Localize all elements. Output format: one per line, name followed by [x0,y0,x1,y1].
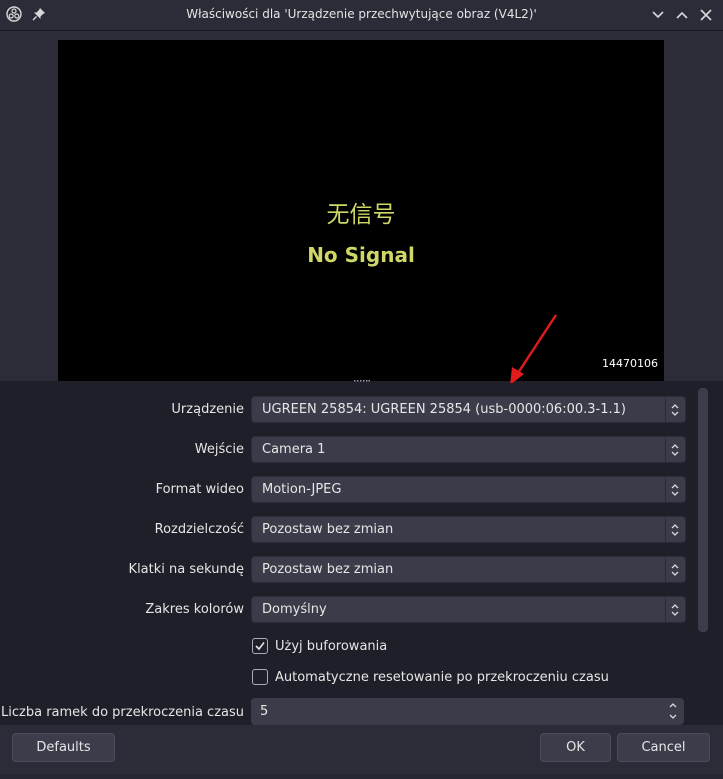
scrollbar[interactable] [698,388,708,632]
bottom-strip [0,774,723,779]
input-combobox[interactable]: Camera 1 [251,436,686,463]
dialog-buttons-bar: Defaults OK Cancel [0,725,723,779]
preview-area: 无信号 No Signal 14470106 [0,31,723,381]
device-label: Urządzenie [171,402,244,417]
framerate-combobox[interactable]: Pozostaw bez zmian [251,556,686,583]
framerate-label: Klatki na sekundę [128,562,244,577]
buffering-label[interactable]: Użyj buforowania [275,639,387,654]
chevron-down-icon[interactable] [649,6,667,24]
auto-reset-label[interactable]: Automatyczne resetowanie po przekroczeni… [275,670,609,685]
color-range-value: Domyślny [262,602,327,617]
updown-icon [665,597,685,622]
defaults-button[interactable]: Defaults [12,733,115,762]
annotation-arrow-icon [510,314,558,385]
framerate-value: Pozostaw bez zmian [262,562,394,577]
serial-number: 14470106 [602,357,658,370]
ok-button[interactable]: OK [540,733,611,762]
updown-icon [665,437,685,462]
timeout-frames-value: 5 [260,704,269,719]
resolution-label: Rozdzielczość [154,522,244,537]
video-preview: 无信号 No Signal 14470106 [58,40,664,381]
cancel-button[interactable]: Cancel [617,733,710,762]
chevron-up-icon[interactable] [673,6,691,24]
timeout-frames-spinbox[interactable]: 5 [251,698,684,725]
buffering-checkbox[interactable] [252,638,268,654]
timeout-frames-label: Liczba ramek do przekroczenia czasu [1,705,244,720]
updown-icon [665,477,685,502]
video-format-value: Motion-JPEG [262,482,342,497]
close-icon[interactable] [697,6,715,24]
window-title: Właściwości dla 'Urządzenie przechwytują… [186,7,537,21]
spin-arrows-icon[interactable] [667,700,679,722]
video-format-label: Format wideo [155,482,244,497]
resolution-combobox[interactable]: Pozostaw bez zmian [251,516,686,543]
input-value: Camera 1 [262,442,326,457]
updown-icon [665,557,685,582]
resolution-value: Pozostaw bez zmian [262,522,394,537]
device-combobox[interactable]: UGREEN 25854: UGREEN 25854 (usb-0000:06:… [251,396,686,423]
title-bar: Właściwości dla 'Urządzenie przechwytują… [0,0,723,31]
device-value: UGREEN 25854: UGREEN 25854 (usb-0000:06:… [262,402,626,417]
no-signal-text: No Signal [307,243,415,267]
color-range-combobox[interactable]: Domyślny [251,596,686,623]
updown-icon [665,397,685,422]
video-format-combobox[interactable]: Motion-JPEG [251,476,686,503]
checkmark-icon [255,642,265,651]
auto-reset-checkbox[interactable] [252,669,268,685]
input-label: Wejście [194,442,244,457]
updown-icon [665,517,685,542]
color-range-label: Zakres kolorów [145,602,244,617]
no-signal-chinese: 无信号 [326,202,396,228]
